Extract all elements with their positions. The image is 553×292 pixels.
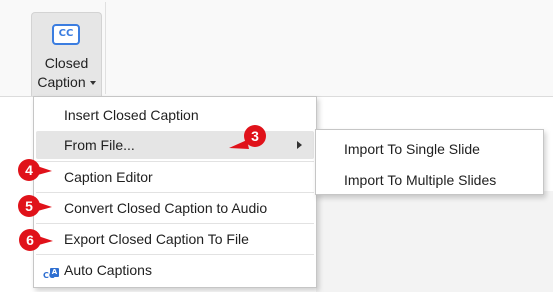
- annotation-badge-5: 5: [18, 195, 40, 217]
- annotation-badge-3: 3: [244, 125, 266, 147]
- annotation-pointers: [34, 140, 249, 246]
- annotation-badge-4: 4: [18, 159, 40, 181]
- annotation-badge-6: 6: [19, 229, 41, 251]
